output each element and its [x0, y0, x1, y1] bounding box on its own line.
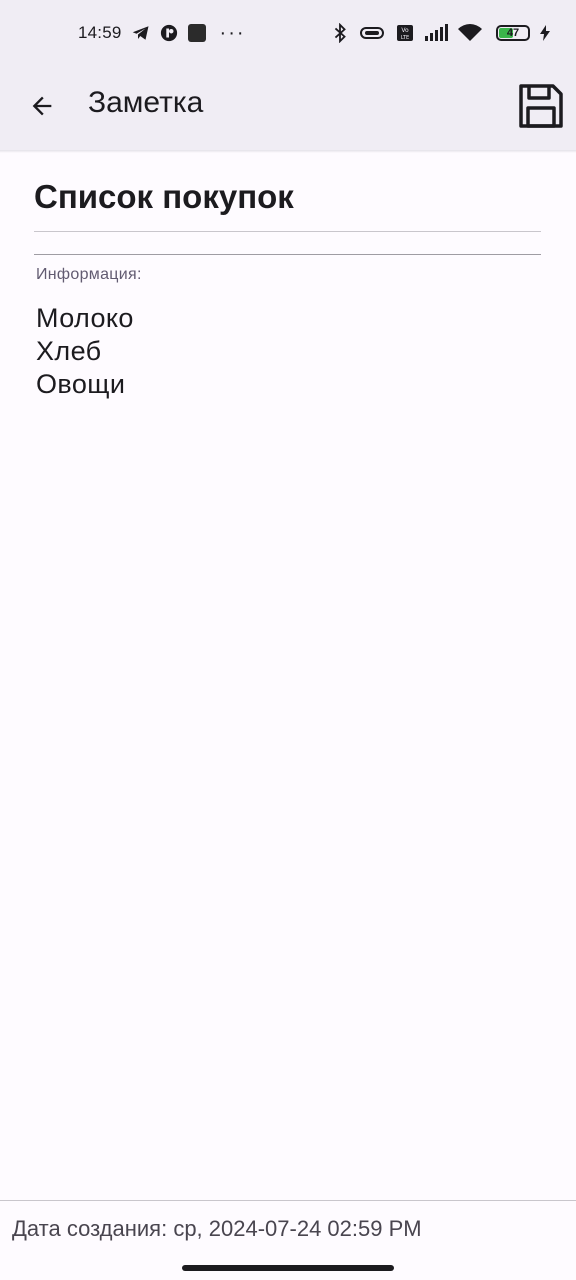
app-bar: Заметка: [0, 66, 576, 150]
status-bar-left: 14:59 ···: [78, 22, 246, 45]
bluetooth-icon: [332, 23, 348, 43]
page-title: Заметка: [88, 86, 204, 119]
signal-icon: [424, 24, 448, 42]
note-title-field[interactable]: Список покупок: [34, 178, 541, 216]
telegram-icon: [132, 25, 150, 41]
charging-icon: [540, 25, 550, 41]
info-line: Хлеб: [36, 336, 102, 366]
floppy-disk-icon: [519, 84, 563, 128]
info-field-top-border: [34, 254, 541, 255]
battery-icon: 47: [496, 25, 530, 41]
back-button[interactable]: [20, 84, 64, 128]
created-date-text: Дата создания: ср, 2024-07-24 02:59 PM: [12, 1216, 422, 1241]
save-button[interactable]: [512, 74, 570, 138]
svg-text:LTE: LTE: [401, 35, 409, 41]
square-app-icon: [187, 24, 206, 42]
info-line: Молоко: [36, 303, 134, 333]
app-badge-icon: [160, 24, 178, 42]
more-dots-icon: ···: [219, 21, 246, 44]
volte-icon: Vo LTE: [396, 24, 414, 42]
status-bar-right: Vo LTE 47: [332, 23, 550, 43]
home-indicator[interactable]: [182, 1265, 394, 1271]
app-bar-shadow: [0, 150, 576, 153]
svg-text:Vo: Vo: [401, 27, 409, 34]
arrow-back-icon: [32, 96, 52, 116]
wifi-icon: [458, 24, 482, 42]
title-divider: [34, 231, 541, 232]
status-time: 14:59: [78, 23, 122, 42]
info-line: Овощи: [36, 369, 126, 399]
battery-percent: 47: [506, 27, 520, 39]
info-label: Информация:: [36, 266, 142, 283]
status-bar: 14:59 ··· Vo LTE 47: [0, 0, 576, 66]
info-text-field[interactable]: Молоко Хлеб Овощи: [36, 302, 134, 401]
footer-divider: [0, 1200, 576, 1201]
vibrate-icon: [358, 25, 386, 41]
